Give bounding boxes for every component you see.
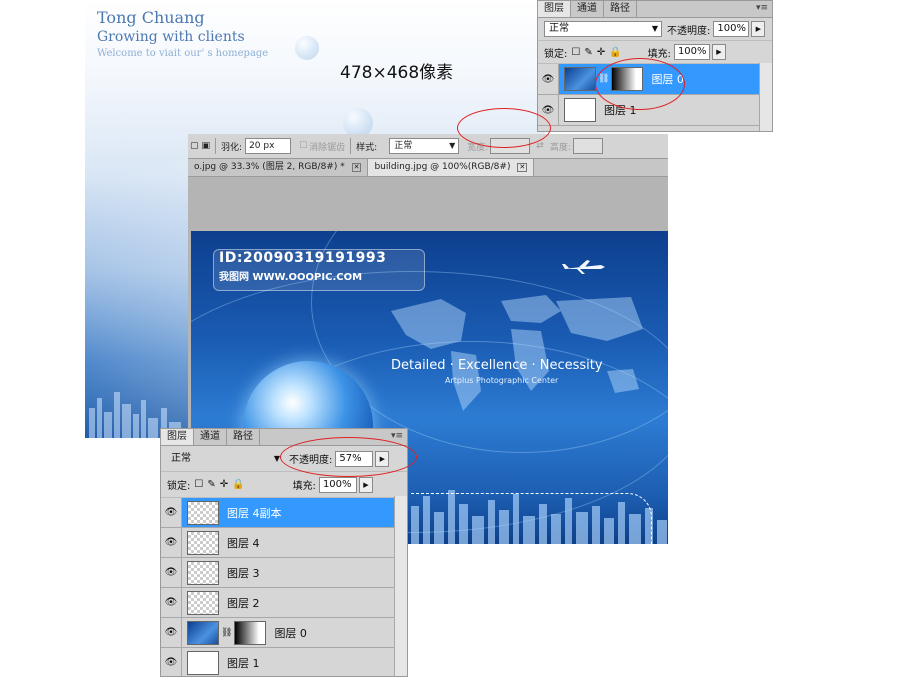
divider	[215, 138, 217, 154]
tool-options-bar: ▢ ▣ 羽化: 20 px ☐ 消除锯齿 样式: 正常 ▼ 宽度: ⇄ 高度:	[188, 134, 668, 159]
tab-layers[interactable]: 图层	[538, 1, 571, 17]
layer-thumbnail	[187, 620, 219, 645]
lock-icons[interactable]: ☐✎✛🔒	[194, 479, 248, 490]
layer-name: 图层 4	[227, 536, 260, 550]
layer-name: 图层 1	[227, 656, 260, 670]
eye-icon[interactable]: 👁	[161, 648, 182, 676]
layer-row[interactable]: 👁 图层 2	[161, 588, 394, 618]
lock-icons[interactable]: ☐✎✛🔒	[571, 47, 625, 58]
tab-layers[interactable]: 图层	[161, 429, 194, 445]
style-select[interactable]: 正常 ▼	[389, 138, 460, 154]
layer-row[interactable]: 👁 图层 4副本	[161, 498, 394, 528]
eye-icon[interactable]: 👁	[161, 558, 182, 587]
layer-thumbnail	[564, 98, 596, 122]
fill-input[interactable]: 100%	[318, 476, 357, 493]
antialias-checkbox[interactable]: ☐	[299, 141, 307, 151]
layer-thumbnail	[187, 650, 219, 675]
layer-row[interactable]: 👁 图层 1	[161, 648, 394, 676]
blend-mode-select[interactable]: 正常 ▼	[544, 21, 662, 37]
eye-icon[interactable]: 👁	[161, 528, 182, 557]
layer-name: 图层 3	[227, 566, 260, 580]
close-icon[interactable]: ✕	[351, 163, 362, 172]
layer-thumbnail	[187, 530, 219, 555]
document-tab-label: building.jpg @ 100%(RGB/8#)	[374, 162, 511, 172]
feather-label: 羽化:	[221, 142, 243, 153]
layers-scrollbar[interactable]	[759, 63, 772, 131]
world-map-icon	[391, 295, 643, 411]
selection-marquee[interactable]	[411, 493, 652, 544]
layer-thumbnail	[187, 590, 219, 615]
canvas-headline: Detailed · Excellence · Necessity	[391, 358, 603, 373]
document-tab-label: o.jpg @ 33.3% (图层 2, RGB/8#) *	[194, 162, 345, 172]
layer-row[interactable]: 👁 图层 4	[161, 528, 394, 558]
document-tab[interactable]: building.jpg @ 100%(RGB/8#) ✕	[368, 159, 535, 176]
document-tab[interactable]: o.jpg @ 33.3% (图层 2, RGB/8#) * ✕	[188, 159, 369, 176]
height-input[interactable]	[572, 138, 603, 154]
close-icon[interactable]: ✕	[517, 163, 528, 172]
eye-icon[interactable]: 👁	[161, 618, 182, 647]
selection-mode-icon[interactable]: ▢	[190, 141, 199, 151]
annotation-circle-opacity	[280, 437, 417, 477]
feather-input[interactable]: 20 px	[245, 138, 292, 154]
blend-mode-value: 正常	[171, 452, 191, 464]
layer-row[interactable]: 👁 ⛓ 图层 0	[161, 618, 394, 648]
layer-thumbnail	[187, 560, 219, 585]
style-value: 正常	[394, 141, 413, 151]
blend-opacity-row: 正常 ▼ 不透明度: 100% ▶	[538, 18, 772, 41]
layer-row[interactable]: 👁 图层 3	[161, 558, 394, 588]
swap-icon[interactable]: ⇄	[536, 141, 544, 151]
opacity-stepper[interactable]: ▶	[751, 21, 766, 37]
style-label: 样式:	[356, 142, 378, 153]
fill-label: 填充:	[647, 48, 671, 60]
watermark-id-text: ID:20090319191993	[219, 250, 387, 266]
link-chain-icon[interactable]: ⛓	[221, 628, 232, 638]
fill-input[interactable]: 100%	[673, 44, 710, 60]
watermark-site-text: 我图网 WWW.OOOPIC.COM	[219, 272, 363, 283]
company-name: Tong Chuang	[97, 8, 205, 27]
eye-icon[interactable]: 👁	[161, 588, 182, 617]
fill-label: 填充:	[292, 481, 316, 492]
company-slogan: Growing with clients	[97, 29, 245, 45]
fill-stepper[interactable]: ▶	[711, 44, 726, 60]
tab-channels[interactable]: 通道	[571, 1, 604, 17]
layer-mask-thumbnail[interactable]	[234, 620, 267, 645]
opacity-label: 不透明度:	[667, 25, 711, 37]
fill-stepper[interactable]: ▶	[358, 476, 373, 493]
divider	[350, 138, 352, 154]
tab-channels[interactable]: 通道	[194, 429, 227, 445]
airplane-icon	[562, 260, 605, 274]
chevron-down-icon: ▼	[651, 24, 658, 33]
lock-label: 锁定:	[167, 481, 191, 492]
annotation-circle-mask	[595, 58, 685, 110]
layer-name: 图层 2	[227, 596, 260, 610]
canvas-subline: Artplus Photographic Center	[445, 376, 559, 385]
chevron-down-icon: ▼	[449, 141, 456, 150]
annotation-circle-style	[457, 108, 551, 148]
eye-icon[interactable]: 👁	[161, 498, 182, 527]
image-dimension-label: 478×468像素	[340, 63, 454, 83]
bubble-decoration	[295, 36, 319, 60]
tab-paths[interactable]: 路径	[227, 429, 260, 445]
blend-mode-value: 正常	[549, 23, 569, 34]
height-label: 高度:	[549, 142, 571, 153]
antialias-label: 消除锯齿	[309, 142, 346, 153]
document-tabs: o.jpg @ 33.3% (图层 2, RGB/8#) * ✕ buildin…	[188, 159, 668, 177]
welcome-text: Welcome to viait our' s homepage	[97, 48, 269, 59]
panel-menu-icon[interactable]: ▾≡	[756, 1, 768, 15]
tab-paths[interactable]: 路径	[604, 1, 637, 17]
layer-thumbnail	[187, 500, 219, 525]
chevron-down-icon: ▼	[273, 453, 280, 463]
layer-name: 图层 0	[274, 626, 307, 640]
intersect-mode-icon[interactable]: ▣	[202, 141, 211, 151]
layer-name: 图层 4副本	[227, 506, 282, 520]
opacity-input[interactable]: 100%	[713, 21, 750, 37]
blend-mode-select[interactable]: 正常 ▼	[167, 452, 283, 466]
layers-scrollbar[interactable]	[394, 496, 407, 676]
lock-label: 锁定:	[544, 48, 568, 60]
eye-icon[interactable]: 👁	[538, 64, 559, 94]
layer-thumbnail	[564, 67, 596, 91]
panel-tabs: 图层 通道 路径 ▾≡	[538, 1, 772, 18]
